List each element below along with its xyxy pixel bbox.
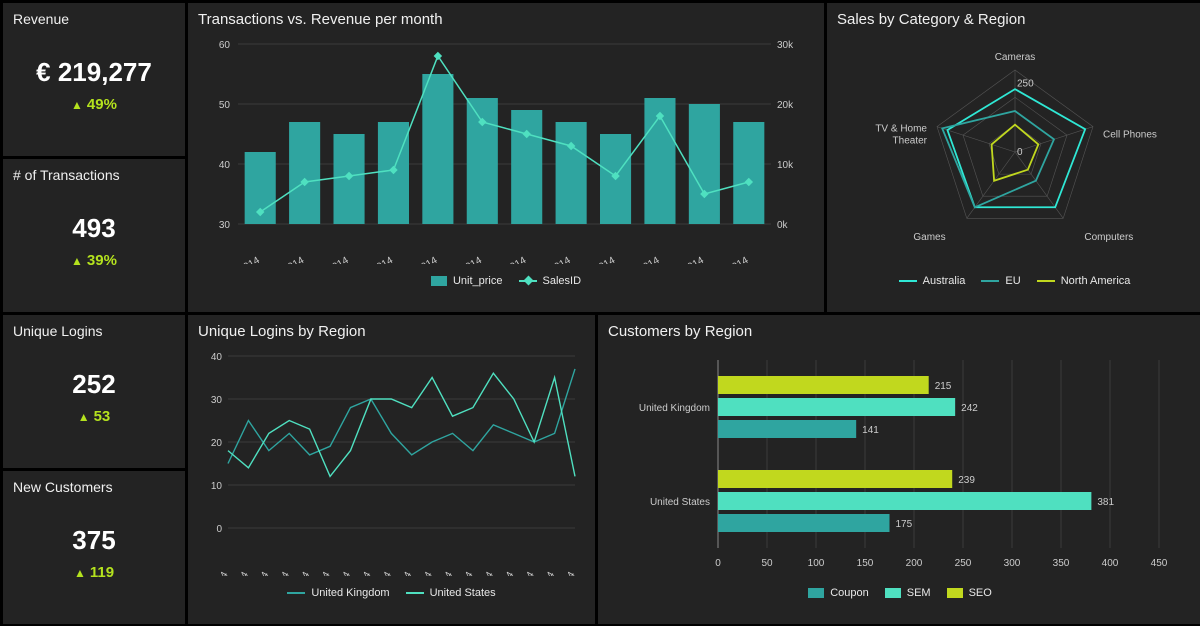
svg-text:300: 300 <box>1004 558 1021 569</box>
kpi-value: 252 <box>13 369 175 400</box>
svg-text:Theater: Theater <box>893 136 928 147</box>
chart-canvas: 010203040W 1 2014W 4 2014W 7 2014W 10 20… <box>198 346 585 576</box>
svg-text:350: 350 <box>1053 558 1070 569</box>
svg-text:0: 0 <box>216 524 222 535</box>
svg-text:200: 200 <box>906 558 923 569</box>
svg-text:242: 242 <box>961 403 978 414</box>
svg-text:30: 30 <box>211 395 223 406</box>
legend-item-seo[interactable]: SEO <box>947 587 992 599</box>
chart-unique-logins-by-region: Unique Logins by Region 0 10 20 30 40 W 1 201… <box>188 315 595 624</box>
svg-text:Cell Phones: Cell Phones <box>1103 130 1157 141</box>
svg-text:141: 141 <box>862 425 879 436</box>
kpi-value: € 219,277 <box>13 57 175 88</box>
svg-text:10: 10 <box>211 481 223 492</box>
legend-item-us[interactable]: United States <box>406 587 496 599</box>
svg-text:Oct 2014: Oct 2014 <box>621 255 662 264</box>
svg-text:Sep 2014: Sep 2014 <box>574 255 617 264</box>
kpi-title: Revenue <box>13 11 175 27</box>
svg-text:May 2014: May 2014 <box>396 255 440 264</box>
svg-text:Dec 2014: Dec 2014 <box>708 255 751 264</box>
svg-text:W 1 2014: W 1 2014 <box>200 570 231 576</box>
svg-text:450: 450 <box>1151 558 1168 569</box>
kpi-title: Unique Logins <box>13 323 175 339</box>
kpi-delta: ▲49% <box>13 96 175 113</box>
svg-text:60: 60 <box>219 40 231 51</box>
triangle-up-icon: ▲ <box>78 410 90 424</box>
chart-canvas: Cameras Cell Phones Computers Games TV & Hom… <box>837 34 1192 264</box>
svg-text:Jul 2014: Jul 2014 <box>490 255 529 264</box>
svg-text:TV & Home: TV & Home <box>875 124 927 135</box>
chart-legend: United Kingdom United States <box>198 587 585 599</box>
svg-text:100: 100 <box>808 558 825 569</box>
svg-text:50: 50 <box>761 558 773 569</box>
kpi-delta: ▲119 <box>13 564 175 581</box>
svg-text:50: 50 <box>219 100 231 111</box>
triangle-up-icon: ▲ <box>71 98 83 112</box>
kpi-delta: ▲53 <box>13 408 175 425</box>
svg-text:30k: 30k <box>777 40 794 51</box>
svg-text:150: 150 <box>857 558 874 569</box>
svg-text:0: 0 <box>715 558 721 569</box>
svg-text:Games: Games <box>913 232 945 243</box>
chart-sales-by-category-region: Sales by Category & Region Cameras Cell P… <box>827 3 1200 312</box>
chart-title: Sales by Category & Region <box>837 11 1192 28</box>
svg-text:Nov 2014: Nov 2014 <box>663 255 706 264</box>
kpi-delta: ▲39% <box>13 252 175 269</box>
kpi-value: 493 <box>13 213 175 244</box>
svg-text:Jun 2014: Jun 2014 <box>443 255 485 264</box>
chart-canvas: 0 50 100 150 200 250 300 350 400 450 United Kingdo… <box>608 346 1189 576</box>
svg-text:400: 400 <box>1102 558 1119 569</box>
kpi-new-customers: New Customers 375 ▲119 <box>3 471 185 624</box>
svg-text:Mar 2014: Mar 2014 <box>308 255 350 264</box>
svg-text:40: 40 <box>211 352 223 363</box>
svg-text:175: 175 <box>896 519 913 530</box>
legend-item-sem[interactable]: SEM <box>885 587 931 599</box>
kpi-unique-logins: Unique Logins 252 ▲53 <box>3 315 185 468</box>
kpi-revenue: Revenue € 219,277 ▲49% <box>3 3 185 156</box>
kpi-title: New Customers <box>13 479 175 495</box>
svg-text:Cameras: Cameras <box>995 52 1036 63</box>
svg-text:30: 30 <box>219 220 231 231</box>
svg-text:United States: United States <box>650 497 710 508</box>
svg-text:250: 250 <box>1017 79 1034 90</box>
svg-text:239: 239 <box>958 475 975 486</box>
svg-text:215: 215 <box>935 381 952 392</box>
chart-legend: Australia EU North America <box>837 275 1192 287</box>
svg-text:Apr 2014: Apr 2014 <box>354 255 395 264</box>
svg-text:Feb 2014: Feb 2014 <box>264 255 306 264</box>
svg-text:250: 250 <box>955 558 972 569</box>
svg-text:Aug 2014: Aug 2014 <box>530 255 573 264</box>
svg-text:10k: 10k <box>777 160 794 171</box>
svg-text:20k: 20k <box>777 100 794 111</box>
svg-text:381: 381 <box>1097 497 1114 508</box>
chart-transactions-vs-revenue: Transactions vs. Revenue per month 30 40 5… <box>188 3 824 312</box>
svg-text:United Kingdom: United Kingdom <box>639 403 710 414</box>
legend-item-north-america[interactable]: North America <box>1037 275 1131 287</box>
legend-item-coupon[interactable]: Coupon <box>808 587 869 599</box>
svg-text:Computers: Computers <box>1084 232 1133 243</box>
legend-item-unit-price[interactable]: Unit_price <box>431 275 503 287</box>
kpi-transactions: # of Transactions 493 ▲39% <box>3 159 185 312</box>
chart-title: Unique Logins by Region <box>198 323 585 340</box>
chart-legend: Unit_price SalesID <box>198 275 814 287</box>
svg-text:0k: 0k <box>777 220 789 231</box>
kpi-value: 375 <box>13 525 175 556</box>
svg-text:0: 0 <box>1017 147 1023 158</box>
legend-item-salesid[interactable]: SalesID <box>519 275 582 287</box>
chart-title: Customers by Region <box>608 323 1192 340</box>
legend-item-australia[interactable]: Australia <box>899 275 966 287</box>
legend-item-eu[interactable]: EU <box>981 275 1020 287</box>
kpi-title: # of Transactions <box>13 167 175 183</box>
triangle-up-icon: ▲ <box>71 254 83 268</box>
triangle-up-icon: ▲ <box>74 566 86 580</box>
legend-item-uk[interactable]: United Kingdom <box>287 587 389 599</box>
svg-text:Jan 2014: Jan 2014 <box>221 255 263 264</box>
chart-legend: Coupon SEM SEO <box>608 587 1192 599</box>
chart-customers-by-region: Customers by Region 0 50 100 150 200 250 300 35… <box>598 315 1200 624</box>
chart-canvas: 30 40 50 60 0k 10k 20k 30k Jan 2014Feb 2014Mar 2… <box>198 34 811 264</box>
svg-text:40: 40 <box>219 160 231 171</box>
svg-text:20: 20 <box>211 438 223 449</box>
chart-title: Transactions vs. Revenue per month <box>198 11 814 28</box>
